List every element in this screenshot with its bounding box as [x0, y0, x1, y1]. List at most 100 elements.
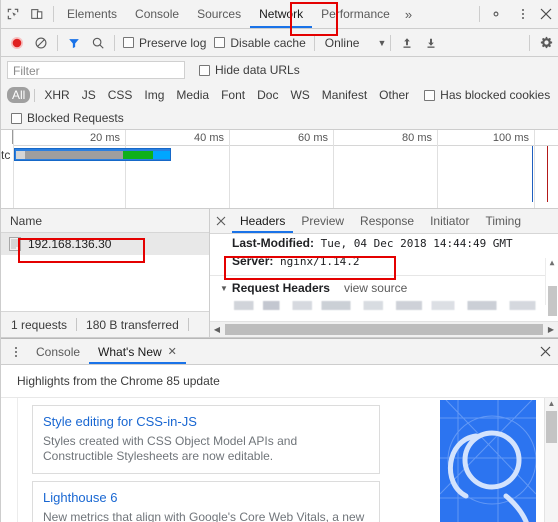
requests-list[interactable]: 192.168.136.30 [1, 233, 209, 311]
overview-grid: 20 ms 40 ms 60 ms 80 ms 100 ms [13, 130, 558, 208]
list-item[interactable]: Lighthouse 6 New metrics that align with… [32, 481, 380, 522]
clear-icon[interactable] [29, 31, 53, 55]
tab-network[interactable]: Network [250, 1, 313, 28]
type-filter-all[interactable]: All [7, 87, 31, 103]
record-button-icon[interactable] [5, 31, 29, 55]
hide-data-urls-box[interactable] [199, 64, 210, 76]
tab-headers[interactable]: Headers [232, 210, 294, 233]
filter-input[interactable]: Filter [7, 61, 185, 79]
header-last-modified: Last-Modified: Tue, 04 Dec 2018 14:44:49… [210, 234, 558, 252]
drawer-kebab-menu-icon[interactable] [5, 341, 27, 363]
close-drawer-icon[interactable] [532, 340, 558, 364]
tab-initiator[interactable]: Initiator [422, 210, 477, 233]
close-details-icon[interactable] [210, 210, 232, 232]
inspect-element-icon[interactable] [1, 2, 25, 26]
preserve-log-label: Preserve log [139, 35, 207, 50]
card-title[interactable]: Style editing for CSS-in-JS [43, 414, 369, 429]
scroll-right-arrow[interactable]: ▶ [544, 325, 558, 334]
chevron-down-icon: ▼ [377, 37, 387, 48]
import-har-icon[interactable] [395, 31, 419, 55]
scroll-thumb[interactable] [547, 286, 557, 316]
document-icon [9, 237, 21, 251]
scroll-thumb[interactable] [546, 411, 557, 443]
hscroll-thumb[interactable] [225, 324, 543, 335]
chevron-down-icon[interactable]: ▼ [220, 284, 228, 293]
gear-icon[interactable] [484, 2, 508, 26]
has-blocked-cookies-box[interactable] [424, 89, 436, 101]
type-filter-font[interactable]: Font [216, 87, 250, 103]
scroll-left-arrow[interactable]: ◀ [210, 325, 224, 334]
device-toolbar-icon[interactable] [25, 2, 49, 26]
type-filter-ws[interactable]: WS [285, 87, 314, 103]
more-tabs-button[interactable]: » [399, 7, 418, 22]
details-body[interactable]: Last-Modified: Tue, 04 Dec 2018 14:44:49… [210, 234, 558, 321]
tab-preview[interactable]: Preview [293, 210, 352, 233]
whats-new-scrollbar[interactable]: ▲ [544, 398, 558, 522]
type-filter-css[interactable]: CSS [103, 87, 138, 103]
preserve-log-box[interactable] [123, 37, 134, 48]
overview-request-bar [14, 148, 171, 161]
header-last-modified-value: Tue, 04 Dec 2018 14:44:49 GMT [320, 237, 513, 250]
drawer-tabbar: Console What's New ✕ [1, 339, 558, 365]
view-source-link[interactable]: view source [344, 281, 407, 295]
net-divider-1 [57, 34, 58, 51]
preserve-log-checkbox[interactable]: Preserve log [123, 36, 206, 50]
card-body: New metrics that align with Google's Cor… [43, 510, 365, 522]
type-filter-manifest[interactable]: Manifest [317, 87, 372, 103]
list-item[interactable]: Style editing for CSS-in-JS Styles creat… [32, 405, 380, 474]
request-headers-section[interactable]: ▼ Request Headers view source [210, 276, 558, 298]
blocked-requests-checkbox[interactable]: Blocked Requests [11, 111, 124, 125]
overview-tick-40ms: 40 ms [194, 132, 224, 144]
overview-tick-60ms: 60 ms [298, 132, 328, 144]
disable-cache-box[interactable] [214, 37, 226, 48]
details-pane: Headers Preview Response Initiator Timin… [210, 209, 558, 337]
table-row[interactable]: 192.168.136.30 [1, 233, 209, 255]
type-filter-divider [34, 88, 36, 102]
type-filter-js[interactable]: JS [77, 87, 101, 103]
export-har-icon[interactable] [419, 31, 443, 55]
drawer-tab-console[interactable]: Console [27, 340, 89, 364]
tab-response[interactable]: Response [352, 210, 422, 233]
card-body: Styles created with CSS Object Model API… [43, 434, 298, 463]
clipped-header-text [234, 301, 558, 310]
tab-performance[interactable]: Performance [312, 1, 399, 28]
blocked-requests-box[interactable] [11, 112, 22, 124]
network-main-split: Name 192.168.136.30 1 requests 180 B tra… [1, 209, 558, 338]
details-horizontal-scrollbar[interactable]: ◀ ▶ [210, 321, 558, 337]
type-filter-img[interactable]: Img [139, 87, 169, 103]
requests-column-header[interactable]: Name [1, 209, 209, 233]
search-icon[interactable] [86, 31, 110, 55]
type-filter-xhr[interactable]: XHR [39, 87, 74, 103]
drawer-tab-whats-new[interactable]: What's New ✕ [89, 340, 186, 364]
chrome-devtools-blueprint-artwork [440, 400, 536, 522]
filter-icon[interactable] [62, 31, 86, 55]
hide-data-urls-checkbox[interactable]: Hide data URLs [199, 63, 300, 77]
type-filter-other[interactable]: Other [374, 87, 414, 103]
tab-timing[interactable]: Timing [477, 210, 529, 233]
throttling-dropdown[interactable]: Online ▼ [325, 36, 387, 50]
request-headers-title: Request Headers [231, 281, 330, 295]
disable-cache-checkbox[interactable]: Disable cache [214, 36, 306, 50]
close-icon[interactable] [534, 2, 558, 26]
network-settings-gear-icon[interactable] [534, 31, 558, 55]
has-blocked-cookies-label: Has blocked cookies [440, 88, 551, 102]
filter-row: Filter Hide data URLs [1, 57, 558, 83]
details-vertical-scrollbar[interactable]: ▲ ▼ [545, 258, 558, 316]
scroll-up-arrow[interactable]: ▲ [545, 398, 558, 410]
tab-sources[interactable]: Sources [188, 1, 250, 28]
tab-console[interactable]: Console [126, 1, 188, 28]
has-blocked-cookies-checkbox[interactable]: Has blocked cookies [424, 88, 550, 102]
card-title[interactable]: Lighthouse 6 [43, 490, 369, 505]
dom-content-loaded-marker [532, 146, 533, 202]
network-overview[interactable]: tc 20 ms 40 ms 60 ms 80 ms 100 ms [1, 130, 558, 209]
type-filter-media[interactable]: Media [171, 87, 214, 103]
kebab-menu-icon[interactable] [512, 3, 534, 25]
requests-pane: Name 192.168.136.30 1 requests 180 B tra… [1, 209, 210, 337]
type-filter-doc[interactable]: Doc [252, 87, 283, 103]
resource-type-filters: All XHR JS CSS Img Media Font Doc WS Man… [1, 83, 558, 107]
tab-elements[interactable]: Elements [58, 1, 126, 28]
scroll-up-arrow[interactable]: ▲ [550, 258, 555, 268]
header-last-modified-key: Last-Modified: [232, 236, 314, 250]
bar-segment-download [123, 151, 153, 159]
close-icon[interactable]: ✕ [168, 340, 177, 364]
